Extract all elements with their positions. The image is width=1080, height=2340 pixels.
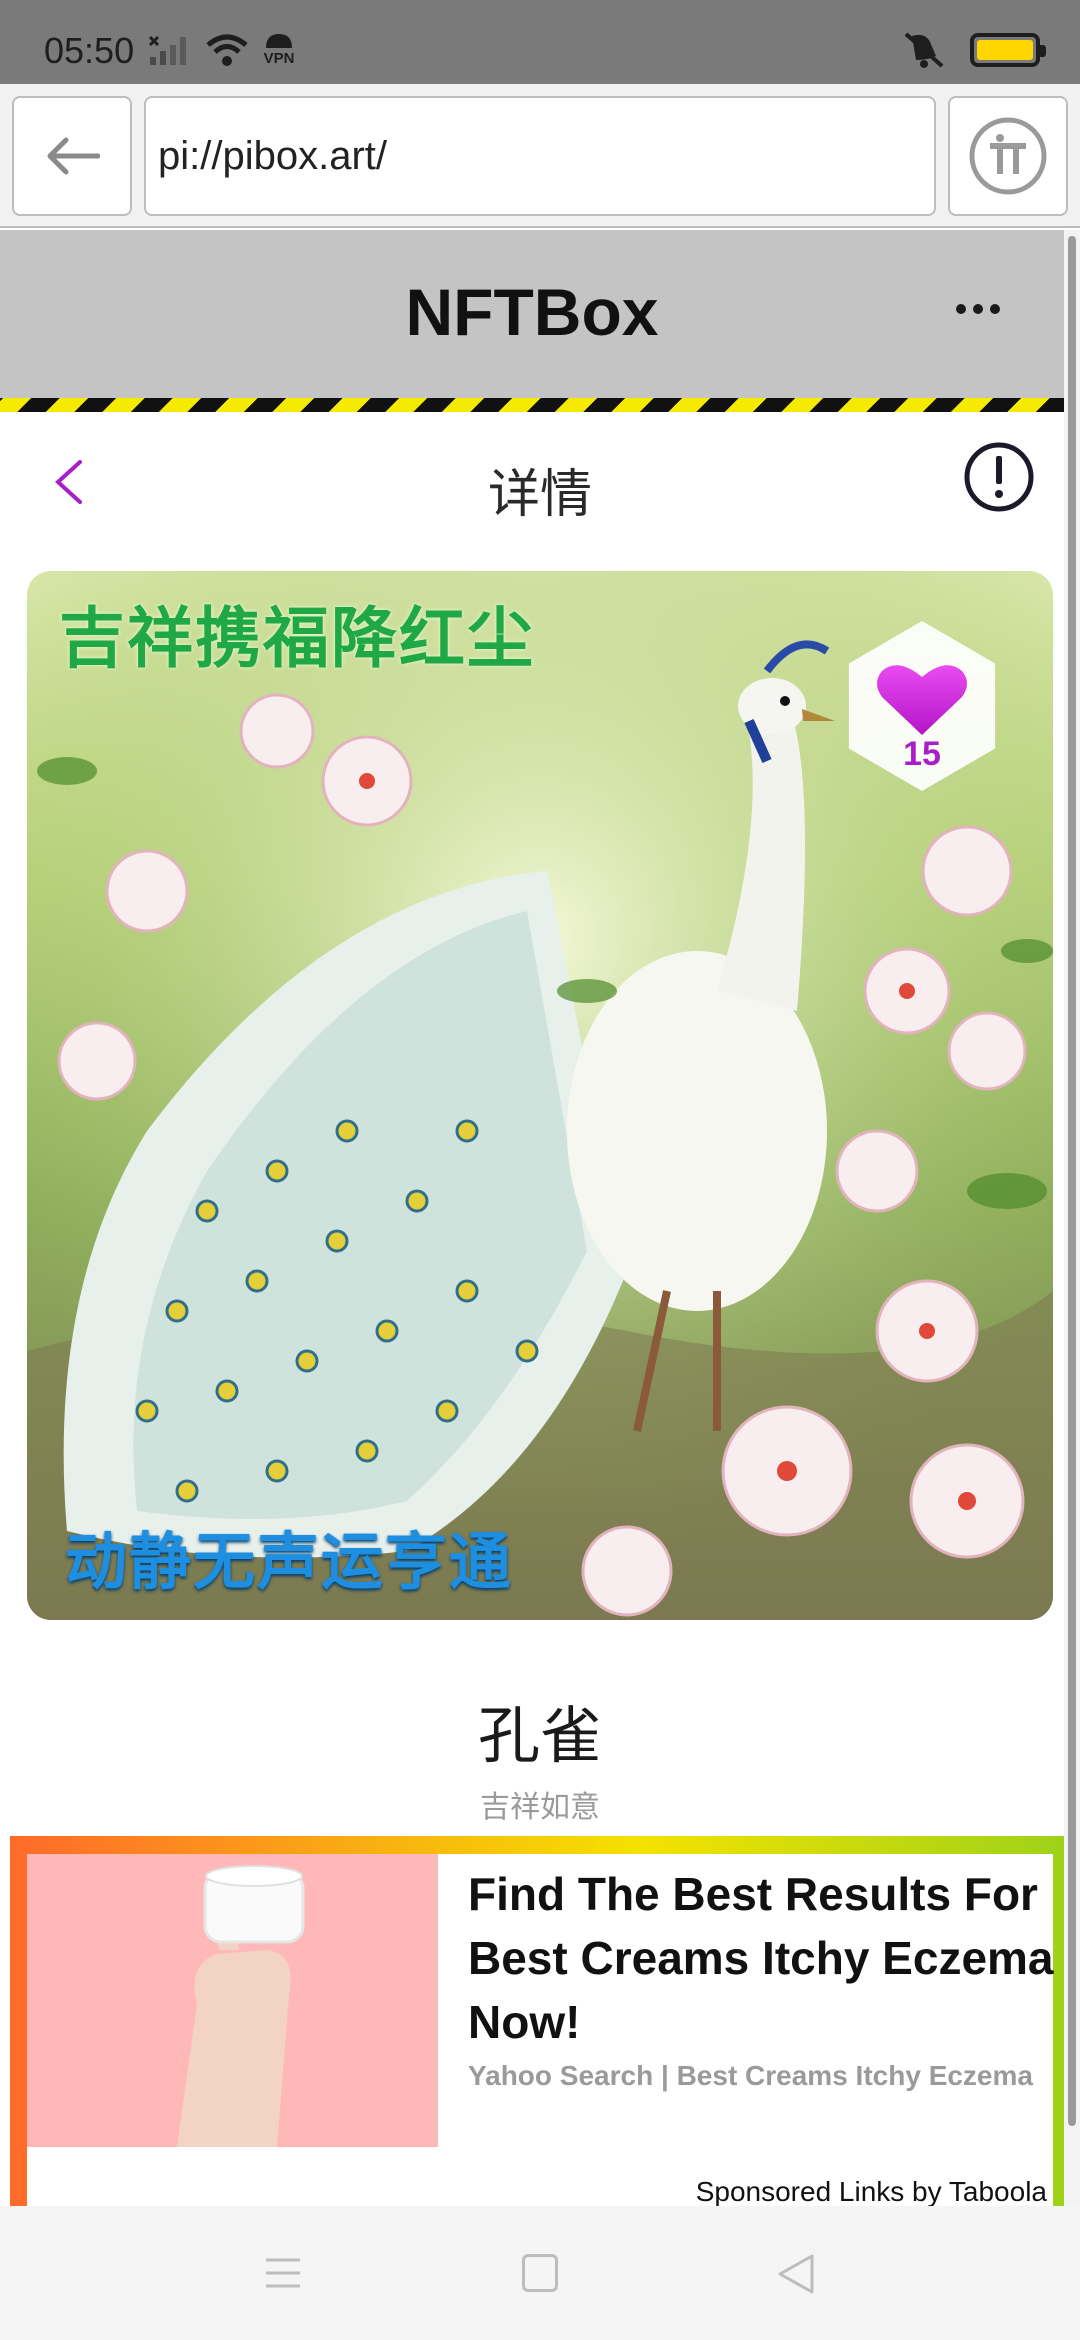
wifi-icon [206, 34, 248, 66]
nft-subtitle: 吉祥如意 [480, 1790, 600, 1825]
nft-artwork[interactable]: 吉祥携福降红尘 动静无声运亨通 15 [27, 571, 1053, 1620]
app-title: NFTBox [405, 275, 659, 349]
status-bar: 05:50 VPN [0, 0, 1080, 84]
status-time: 05:50 [44, 30, 135, 71]
pi-browser-button[interactable] [948, 96, 1068, 216]
status-icons-left: VPN [148, 32, 296, 67]
app-header: NFTBox [0, 230, 1064, 398]
vibrate-icon [904, 32, 944, 68]
vpn-label: VPN [263, 50, 295, 67]
page-scrollbar[interactable] [1064, 230, 1080, 2230]
browser-toolbar: pi://pibox.art/ [0, 84, 1080, 228]
nft-title: 孔雀 [477, 1699, 602, 1772]
url-field[interactable]: pi://pibox.art/ [144, 96, 936, 216]
ad-source: Yahoo Search | Best Creams Itchy Eczema [468, 2060, 1033, 2091]
back-triangle-icon[interactable] [776, 2252, 816, 2296]
ad-sponsor-label[interactable]: Sponsored Links by Taboola [696, 2176, 1047, 2208]
hazard-stripe-divider [0, 398, 1064, 412]
hand-holding-jar-image [177, 1865, 305, 2147]
arrow-left-icon [47, 137, 100, 175]
detail-title: 详情 [487, 465, 592, 525]
system-nav-bar [0, 2206, 1080, 2340]
battery-icon [970, 33, 1046, 67]
browser-back-button[interactable] [12, 96, 132, 216]
alert-circle-icon[interactable] [964, 442, 1034, 512]
home-square-icon[interactable] [522, 2254, 558, 2292]
status-icons-right [902, 30, 1046, 70]
artwork-caption-bottom: 动静无声运亨通 [65, 1525, 514, 1598]
pi-logo-icon [969, 117, 1047, 195]
detail-header: 详情 [0, 412, 1064, 548]
more-horizontal-icon[interactable] [956, 304, 1000, 314]
artwork-caption-top: 吉祥携福降红尘 [59, 600, 535, 677]
signal-icon [148, 35, 186, 65]
ad-headline[interactable]: Find The Best Results For Best Creams It… [468, 1862, 1058, 2054]
sponsored-ad[interactable]: Find The Best Results For Best Creams It… [27, 1854, 1054, 2208]
vpn-icon: VPN [262, 32, 296, 67]
ad-image[interactable] [27, 1854, 438, 2147]
heart-icon [877, 665, 967, 735]
menu-icon[interactable] [264, 2256, 302, 2290]
